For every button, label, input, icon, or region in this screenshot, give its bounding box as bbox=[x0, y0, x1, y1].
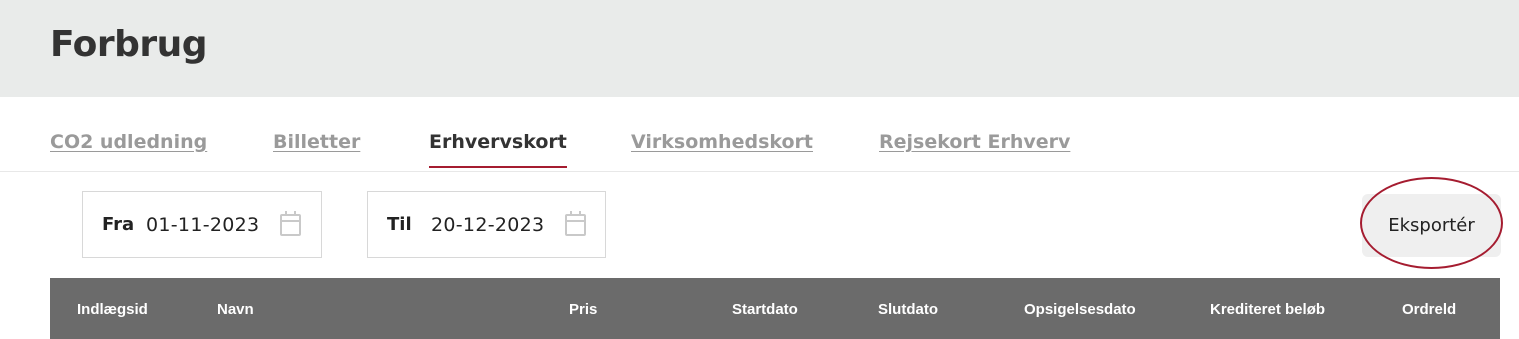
column-header-navn[interactable]: Navn bbox=[217, 301, 254, 318]
tab-virksomhedskort[interactable]: Virksomhedskort bbox=[631, 131, 813, 153]
tab-erhvervskort[interactable]: Erhvervskort bbox=[429, 131, 567, 168]
table-header: Indlægsid Navn Pris Startdato Slutdato O… bbox=[50, 278, 1500, 339]
column-header-indlaegsid[interactable]: Indlægsid bbox=[77, 301, 148, 318]
from-date-value[interactable]: 01-11-2023 bbox=[146, 214, 259, 236]
column-header-opsigelsesdato[interactable]: Opsigelsesdato bbox=[1024, 301, 1136, 318]
column-header-startdato[interactable]: Startdato bbox=[732, 301, 798, 318]
tab-billetter[interactable]: Billetter bbox=[273, 131, 360, 153]
column-header-ordreld[interactable]: Ordreld bbox=[1402, 301, 1456, 318]
tab-rejsekort-erhverv[interactable]: Rejsekort Erhverv bbox=[879, 131, 1070, 153]
from-date-field[interactable]: Fra 01-11-2023 bbox=[82, 191, 322, 258]
page-header: Forbrug bbox=[0, 0, 1519, 97]
to-date-field[interactable]: Til 20-12-2023 bbox=[367, 191, 606, 258]
column-header-krediteret-beloeb[interactable]: Krediteret beløb bbox=[1210, 301, 1325, 318]
calendar-icon[interactable] bbox=[280, 211, 301, 236]
export-button[interactable]: Eksportér bbox=[1362, 194, 1501, 257]
tab-co2-udledning[interactable]: CO2 udledning bbox=[50, 131, 207, 153]
to-date-value[interactable]: 20-12-2023 bbox=[431, 214, 544, 236]
tab-bar: CO2 udledning Billetter Erhvervskort Vir… bbox=[0, 97, 1519, 172]
calendar-icon[interactable] bbox=[565, 211, 586, 236]
to-date-label: Til bbox=[387, 214, 412, 235]
from-date-label: Fra bbox=[102, 214, 135, 235]
column-header-pris[interactable]: Pris bbox=[569, 301, 597, 318]
page-title: Forbrug bbox=[50, 24, 208, 65]
column-header-slutdato[interactable]: Slutdato bbox=[878, 301, 938, 318]
